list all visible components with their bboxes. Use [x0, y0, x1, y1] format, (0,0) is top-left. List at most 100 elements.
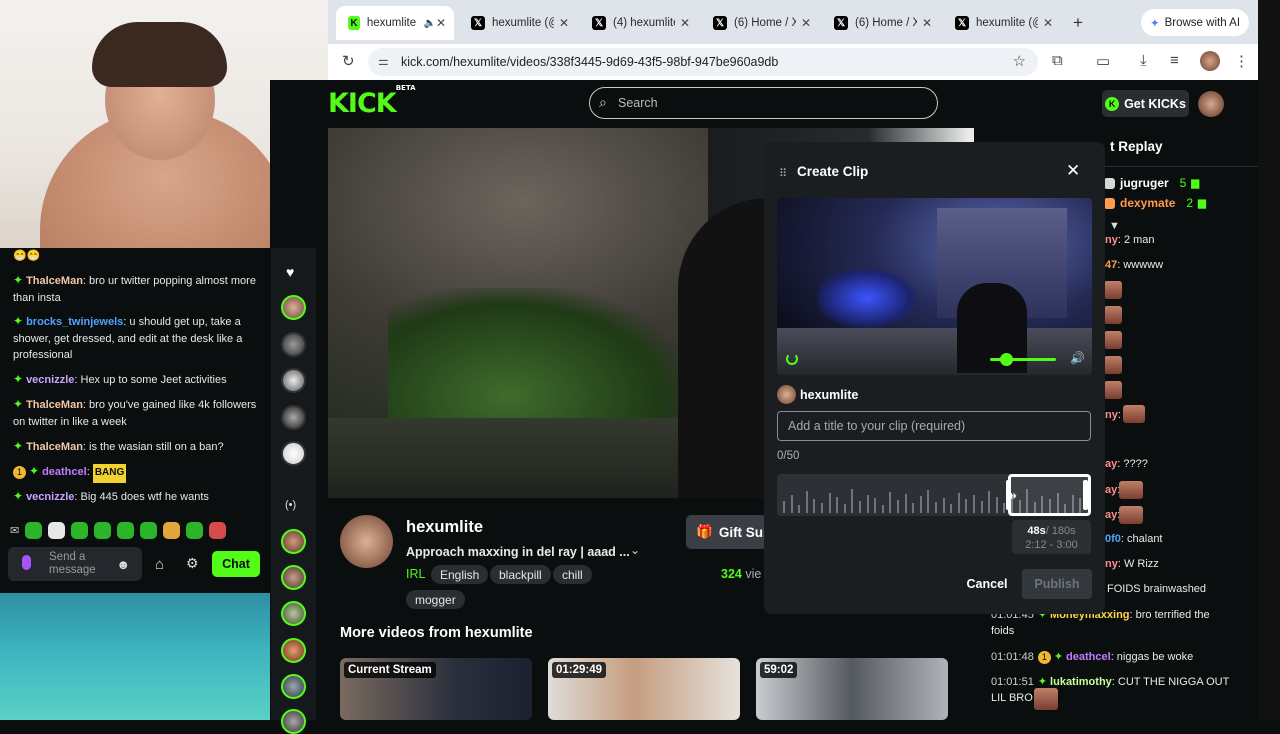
drag-handle-icon[interactable]: ⠿ [779, 167, 787, 180]
emote-9-icon[interactable] [209, 521, 227, 539]
gear-icon[interactable]: ⚙ [186, 555, 199, 572]
browser-tab[interactable]: 𝕏hexumlite (@ ✕ [943, 10, 1061, 36]
close-tab-icon[interactable]: ✕ [436, 16, 446, 30]
clip-end-handle[interactable] [1083, 480, 1088, 510]
kick-logo[interactable]: KICKBETA [328, 84, 416, 119]
tag-english[interactable]: English [431, 565, 489, 584]
publish-button[interactable]: Publish [1022, 569, 1092, 599]
streamer-name[interactable]: hexumlite [406, 518, 483, 537]
close-tab-icon[interactable]: ✕ [922, 16, 932, 30]
media-icon[interactable]: ≡ [1170, 52, 1179, 69]
chat-username[interactable]: ay [1105, 509, 1117, 521]
bookmark-star-icon[interactable]: ☆ [1013, 52, 1026, 70]
close-icon[interactable]: ✕ [1066, 161, 1080, 181]
browser-tab[interactable]: 𝕏 (6) Home / X ✕ [701, 10, 819, 36]
tag-mogger[interactable]: mogger [406, 590, 465, 609]
rail-channel-avatar[interactable] [281, 368, 306, 393]
replay-chat-message: 01:01:51 ✦ lukatimothy: CUT THE NIGGA OUT … [991, 674, 1231, 706]
browser-tab[interactable]: Khexumlite 🔈 ✕ [336, 6, 454, 40]
video-thumbnail[interactable]: 01:29:49 [548, 658, 740, 720]
scrollbar-track[interactable] [1258, 0, 1280, 720]
chat-send-button[interactable]: Chat [212, 551, 260, 577]
chat-username[interactable]: ny [1105, 409, 1118, 421]
tag-chill[interactable]: chill [553, 565, 592, 584]
chat-username[interactable]: ny [1105, 234, 1118, 246]
video-thumbnail[interactable]: Current Stream [340, 658, 532, 720]
clip-preview-player[interactable] [777, 198, 1092, 375]
chat-username[interactable]: ThalceMan [26, 275, 83, 287]
clip-title-input[interactable] [777, 411, 1091, 441]
chat-username[interactable]: vecnizzle [26, 374, 74, 386]
volume-slider-handle[interactable] [1000, 353, 1013, 366]
emote-6-icon[interactable] [140, 521, 158, 539]
get-kicks-button[interactable]: K Get KICKs [1102, 90, 1189, 117]
emote-8-icon[interactable] [186, 521, 204, 539]
close-tab-icon[interactable]: ✕ [801, 16, 811, 30]
rail-channel-avatar[interactable] [281, 332, 306, 357]
rail-channel-avatar[interactable] [281, 529, 306, 554]
user-avatar[interactable] [1198, 91, 1224, 117]
rail-channel-avatar[interactable] [281, 674, 306, 699]
streamer-avatar[interactable] [340, 515, 393, 568]
store-icon[interactable]: ⌂ [155, 556, 164, 573]
chat-username[interactable]: brocks_twinjewels [26, 316, 123, 328]
chat-username[interactable]: lukatimothy [1050, 676, 1112, 688]
close-tab-icon[interactable]: ✕ [680, 16, 690, 30]
chat-username[interactable]: ay [1105, 484, 1117, 496]
cancel-button[interactable]: Cancel [961, 573, 1013, 595]
video-thumbnail[interactable]: 59:02 [756, 658, 948, 720]
search-input[interactable]: ⌕ Search [589, 87, 938, 119]
send-message-input[interactable]: Send a message ☻ [8, 547, 142, 581]
emote-2-icon[interactable] [48, 521, 66, 539]
tag-blackpill[interactable]: blackpill [490, 565, 551, 584]
chevron-down-icon[interactable]: ⌄ [630, 543, 640, 557]
rail-channel-avatar[interactable] [281, 441, 306, 466]
rail-channel-avatar[interactable] [281, 638, 306, 663]
rail-channel-avatar[interactable] [281, 295, 306, 320]
new-tab-icon[interactable]: + [1073, 13, 1083, 33]
emote-7-icon[interactable] [163, 521, 181, 539]
browser-tab[interactable]: 𝕏 (4) hexumlite ✕ [580, 10, 698, 36]
rail-channel-avatar[interactable] [281, 565, 306, 590]
chat-username[interactable]: vecnizzle [26, 491, 74, 503]
chat-username[interactable]: 0f0 [1105, 533, 1121, 545]
chat-username[interactable]: deathcel [1066, 651, 1111, 663]
cast-icon[interactable]: ▭ [1096, 52, 1110, 70]
emote-5-icon[interactable] [117, 521, 135, 539]
chat-username[interactable]: 47 [1105, 259, 1117, 271]
email-icon[interactable]: ✉ [10, 524, 19, 537]
chat-message: ✦ vecnizzle: Big 445 does wtf he wants [13, 489, 209, 503]
rail-channel-avatar[interactable] [281, 709, 306, 734]
emote-3-icon[interactable] [71, 521, 89, 539]
chat-username[interactable]: ThalceMan [26, 399, 83, 411]
heart-icon[interactable]: ♥ [286, 264, 294, 280]
category-link[interactable]: IRL [406, 567, 425, 581]
site-info-icon[interactable]: ⚌ [378, 54, 389, 68]
clip-selection-range[interactable] [1008, 474, 1091, 516]
download-icon[interactable]: ⤓ [1140, 52, 1147, 69]
tab-audio-icon[interactable]: 🔈 [423, 18, 435, 29]
close-tab-icon[interactable]: ✕ [1043, 16, 1053, 30]
browser-tab[interactable]: 𝕏 (6) Home / X ✕ [822, 10, 940, 36]
reload-icon[interactable]: ↻ [342, 52, 355, 70]
speaker-icon[interactable]: 🔊 [1070, 351, 1085, 365]
rail-channel-avatar[interactable] [281, 601, 306, 626]
gift-subs-button[interactable]: 🎁 Gift Sub [686, 515, 776, 549]
chat-username[interactable]: ThalceMan [26, 441, 83, 453]
browse-with-ai-button[interactable]: ✦ Browse with AI [1141, 9, 1249, 36]
collapse-icon[interactable]: ▼ [1109, 220, 1120, 232]
chat-username[interactable]: deathcel [42, 466, 87, 478]
emote-4-icon[interactable] [94, 521, 112, 539]
chat-username[interactable]: ay [1105, 458, 1117, 470]
browser-tab[interactable]: 𝕏hexumlite (@ ✕ [459, 10, 577, 36]
emote-1-icon[interactable] [25, 521, 43, 539]
menu-kebab-icon[interactable]: ⋮ [1234, 52, 1249, 70]
address-bar[interactable]: ⚌ kick.com/hexumlite/videos/338f3445-9d6… [368, 48, 1038, 76]
profile-avatar[interactable] [1200, 51, 1220, 71]
close-tab-icon[interactable]: ✕ [559, 16, 569, 30]
chat-username[interactable]: ny [1105, 558, 1118, 570]
rail-channel-avatar[interactable] [281, 405, 306, 430]
emoji-icon[interactable]: ☻ [116, 557, 130, 572]
extensions-icon[interactable]: ⧉ [1052, 52, 1063, 69]
mic-icon[interactable] [22, 555, 31, 570]
